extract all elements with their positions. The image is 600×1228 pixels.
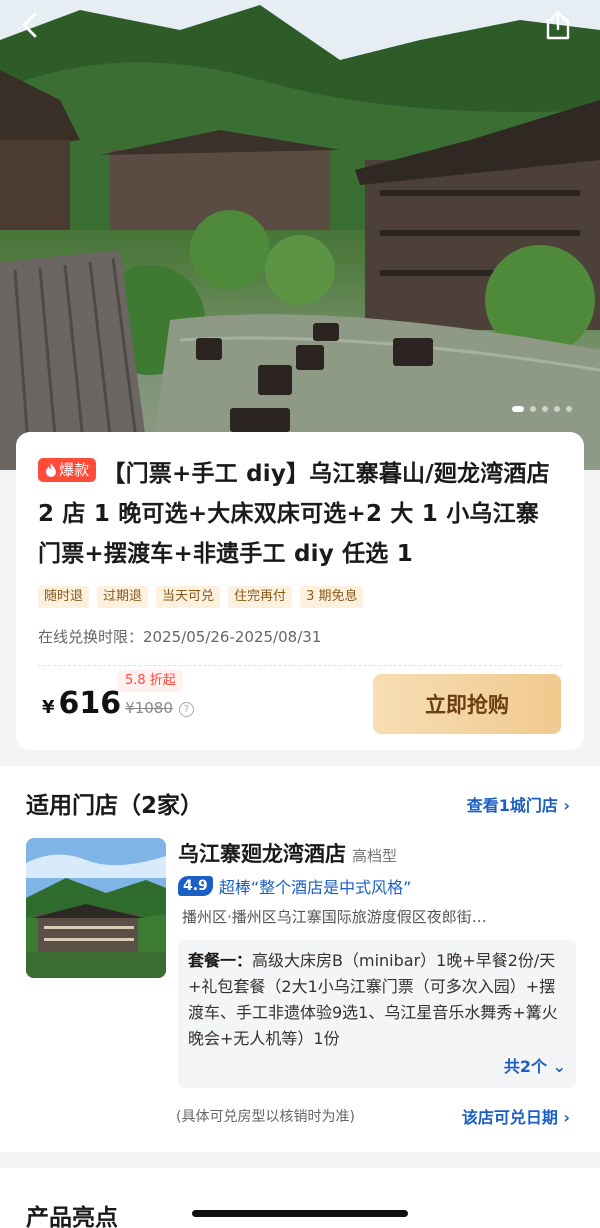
exchange-period: 在线兑换时限：2025/05/26-2025/08/31: [38, 626, 562, 647]
home-indicator[interactable]: [192, 1210, 408, 1217]
currency-symbol: ¥: [42, 697, 55, 718]
more-packages-button[interactable]: 共2个 ⌄: [497, 1054, 566, 1080]
hot-badge: 爆款: [38, 458, 97, 482]
rating-review: 超棒“整个酒店是中式风格”: [218, 878, 412, 897]
rating-row: 4.9 超棒“整个酒店是中式风格”: [178, 874, 411, 898]
product-card: 爆款 【门票+手工 diy】乌江寨暮山/廻龙湾酒店 2 店 1 晚可选+大床双床…: [16, 432, 584, 750]
hot-badge-label: 爆款: [59, 461, 90, 479]
carousel-indicator[interactable]: [512, 406, 572, 412]
product-title: 【门票+手工 diy】乌江寨暮山/廻龙湾酒店 2 店 1 晚可选+大床双床可选+…: [38, 461, 550, 567]
service-tag: 住完再付: [228, 586, 293, 608]
service-tag: 3 期免息: [300, 586, 364, 608]
price-row: ¥ 616 ¥1080 ?: [42, 686, 194, 721]
product-title-block: 爆款 【门票+手工 diy】乌江寨暮山/廻龙湾酒店 2 店 1 晚可选+大床双床…: [38, 454, 562, 574]
hotel-photo: [26, 838, 166, 978]
highlights-title: 产品亮点: [26, 1205, 118, 1228]
hotel-address: 播州区·播州区乌江寨国际旅游度假区夜郎街…: [182, 908, 487, 926]
hotel-name-row[interactable]: 乌江寨廻龙湾酒店 高档型: [178, 838, 397, 868]
share-icon: [546, 10, 570, 40]
buy-now-button[interactable]: 立即抢购: [373, 674, 561, 734]
carousel-dot[interactable]: [530, 406, 536, 412]
hero-image[interactable]: [0, 0, 600, 470]
carousel-dot[interactable]: [554, 406, 560, 412]
service-tag: 过期退: [97, 586, 149, 608]
stores-section: 适用门店（2家） 查看1城门店 › 乌江寨廻龙湾酒店 高档型 4.9 超棒“整个酒…: [0, 766, 600, 1152]
dashed-divider: [38, 665, 562, 666]
service-tag: 随时退: [38, 586, 90, 608]
hero-illustration: [0, 0, 600, 470]
view-stores-link[interactable]: 查看1城门店 ›: [467, 792, 570, 816]
carousel-dot[interactable]: [512, 406, 524, 412]
package-box[interactable]: 套餐一：高级大床房B（minibar）1晚+早餐2份/天+礼包套餐（2大1小乌江…: [178, 940, 576, 1088]
exchange-label: 在线兑换时限：: [38, 628, 144, 646]
share-button[interactable]: [544, 10, 580, 46]
sale-price: 616: [58, 686, 122, 721]
rating-score: 4.9: [178, 876, 213, 896]
chevron-left-icon: [22, 12, 37, 38]
hotel-level: 高档型: [352, 847, 398, 865]
carousel-dot[interactable]: [542, 406, 548, 412]
package-label: 套餐一：: [188, 951, 253, 970]
store-dates-link[interactable]: 该店可兑日期 ›: [462, 1104, 570, 1128]
highlights-section: 产品亮点: [0, 1168, 600, 1228]
original-price: ¥1080: [125, 699, 173, 717]
exchange-dates: 2025/05/26-2025/08/31: [143, 628, 322, 646]
hotel-thumbnail[interactable]: [26, 838, 166, 978]
room-note: (具体可兑房型以核销时为准): [176, 1109, 355, 1125]
service-tag: 当天可兑: [156, 586, 221, 608]
stores-title: 适用门店（2家）: [26, 793, 204, 819]
fire-icon: [46, 463, 56, 477]
service-tags: 随时退 过期退 当天可兑 住完再付 3 期免息: [38, 586, 562, 608]
back-button[interactable]: [20, 12, 56, 48]
carousel-dot[interactable]: [566, 406, 572, 412]
question-icon[interactable]: ?: [178, 702, 194, 717]
hotel-name: 乌江寨廻龙湾酒店: [178, 842, 346, 866]
